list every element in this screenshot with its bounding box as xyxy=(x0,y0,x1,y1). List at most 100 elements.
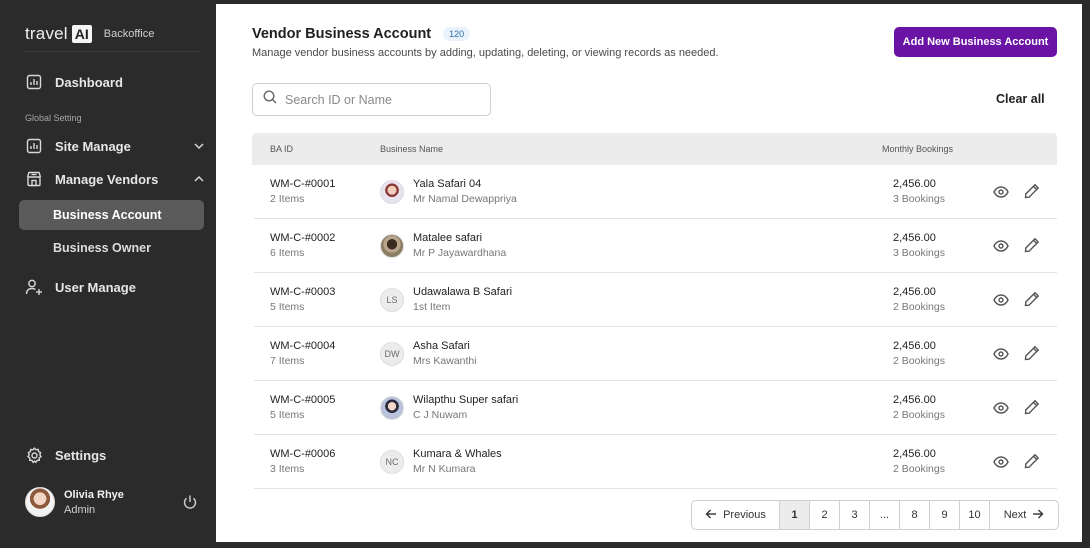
chevron-down-icon[interactable] xyxy=(193,140,205,152)
eye-icon[interactable] xyxy=(993,400,1009,421)
business-name: Udawalawa B Safari xyxy=(413,286,513,298)
power-icon[interactable] xyxy=(182,494,198,515)
booking-amount: 2,456.00 xyxy=(893,394,936,406)
owner-name: Mr P Jayawardhana xyxy=(413,247,507,259)
search-input[interactable] xyxy=(285,92,475,107)
column-header-id[interactable]: BA ID xyxy=(270,144,293,154)
sidebar-item-user-manage[interactable]: User Manage xyxy=(25,275,136,299)
avatar xyxy=(380,234,404,258)
user-profile[interactable]: Olivia Rhye Admin xyxy=(25,487,124,517)
eye-icon[interactable] xyxy=(993,292,1009,313)
page-button-1[interactable]: 1 xyxy=(780,501,810,529)
item-count: 2 Items xyxy=(270,193,305,205)
booking-amount: 2,456.00 xyxy=(893,178,936,190)
pencil-icon[interactable] xyxy=(1024,237,1040,258)
avatar: NC xyxy=(380,450,404,474)
pencil-icon[interactable] xyxy=(1024,399,1040,420)
booking-count: 3 Bookings xyxy=(893,193,945,205)
avatar xyxy=(380,396,404,420)
user-role: Admin xyxy=(64,503,96,516)
previous-page-button[interactable]: Previous xyxy=(692,501,780,529)
page-button-8[interactable]: 8 xyxy=(900,501,930,529)
item-count: 5 Items xyxy=(270,301,305,313)
eye-icon[interactable] xyxy=(993,238,1009,259)
ba-id: WM-C-#0003 xyxy=(270,286,336,298)
owner-name: Mrs Kawanthi xyxy=(413,355,477,367)
count-badge: 120 xyxy=(443,27,471,41)
sidebar-item-dashboard[interactable]: Dashboard xyxy=(25,70,123,94)
item-count: 7 Items xyxy=(270,355,305,367)
avatar: DW xyxy=(380,342,404,366)
pencil-icon[interactable] xyxy=(1024,183,1040,204)
business-name: Asha Safari xyxy=(413,340,470,352)
chevron-up-icon[interactable] xyxy=(193,173,205,185)
sidebar-item-label: Settings xyxy=(55,447,107,463)
next-page-button[interactable]: Next xyxy=(990,501,1058,529)
arrow-right-icon xyxy=(1032,508,1044,523)
owner-name: C J Nuwam xyxy=(413,409,468,421)
brand-subtitle: Backoffice xyxy=(103,28,155,40)
page-button-3[interactable]: 3 xyxy=(840,501,870,529)
avatar xyxy=(380,180,404,204)
next-label: Next xyxy=(1003,509,1027,521)
owner-name: 1st Item xyxy=(413,301,451,313)
booking-amount: 2,456.00 xyxy=(893,340,936,352)
sidebar-item-label: Site Manage xyxy=(55,138,131,154)
search-box[interactable] xyxy=(252,83,491,116)
page-subtitle: Manage vendor business accounts by addin… xyxy=(252,47,719,59)
search-icon xyxy=(263,90,277,109)
brand-name: travel xyxy=(25,24,68,43)
sidebar-item-label: Manage Vendors xyxy=(55,171,159,187)
sidebar-item-manage-vendors[interactable]: Manage Vendors xyxy=(25,167,204,191)
clear-all-button[interactable]: Clear all xyxy=(996,92,1045,106)
divider xyxy=(25,51,200,52)
item-count: 6 Items xyxy=(270,247,305,259)
business-accounts-table: BA ID Business Name Monthly Bookings WM-… xyxy=(252,133,1057,489)
add-business-account-button[interactable]: Add New Business Account xyxy=(894,27,1057,57)
page-title: Vendor Business Account xyxy=(252,26,432,42)
page-button-9[interactable]: 9 xyxy=(930,501,960,529)
table-row[interactable]: WM-C-#0002 6 Items Matalee safari Mr P Jay… xyxy=(254,219,1057,273)
business-name: Wilapthu Super safari xyxy=(413,394,519,406)
booking-amount: 2,456.00 xyxy=(893,286,936,298)
page-button-2[interactable]: 2 xyxy=(810,501,840,529)
ba-id: WM-C-#0004 xyxy=(270,340,336,352)
pencil-icon[interactable] xyxy=(1024,345,1040,366)
booking-count: 3 Bookings xyxy=(893,247,945,259)
table-row[interactable]: WM-C-#0006 3 Items NC Kumara & Whales Mr N… xyxy=(254,435,1057,489)
booking-amount: 2,456.00 xyxy=(893,448,936,460)
sidebar-item-business-account[interactable]: Business Account xyxy=(19,200,204,230)
item-count: 3 Items xyxy=(270,463,305,475)
avatar xyxy=(25,487,55,517)
table-row[interactable]: WM-C-#0001 2 Items Yala Safari 04 Mr Namal… xyxy=(254,165,1057,219)
booking-count: 2 Bookings xyxy=(893,463,945,475)
table-row[interactable]: WM-C-#0003 5 Items LS Udawalawa B Safari 1… xyxy=(254,273,1057,327)
eye-icon[interactable] xyxy=(993,454,1009,475)
gear-icon xyxy=(25,446,43,464)
page-button-10[interactable]: 10 xyxy=(960,501,990,529)
business-name: Yala Safari 04 xyxy=(413,178,482,190)
eye-icon[interactable] xyxy=(993,346,1009,367)
sidebar: travel AI Backoffice Dashboard Global Se… xyxy=(0,0,215,548)
sidebar-item-site-manage[interactable]: Site Manage xyxy=(25,134,204,158)
eye-icon[interactable] xyxy=(993,184,1009,205)
main-panel: Vendor Business Account 120 Manage vendo… xyxy=(216,4,1082,542)
user-plus-icon xyxy=(25,278,43,296)
column-header-name[interactable]: Business Name xyxy=(380,144,443,154)
owner-name: Mr N Kumara xyxy=(413,463,476,475)
booking-amount: 2,456.00 xyxy=(893,232,936,244)
ba-id: WM-C-#0002 xyxy=(270,232,336,244)
sidebar-item-business-owner[interactable]: Business Owner xyxy=(19,233,204,263)
table-row[interactable]: WM-C-#0005 5 Items Wilapthu Super safari C… xyxy=(254,381,1057,435)
table-row[interactable]: WM-C-#0004 7 Items DW Asha Safari Mrs Kawa… xyxy=(254,327,1057,381)
pencil-icon[interactable] xyxy=(1024,291,1040,312)
pencil-icon[interactable] xyxy=(1024,453,1040,474)
previous-label: Previous xyxy=(723,509,766,521)
sidebar-item-settings[interactable]: Settings xyxy=(25,443,106,467)
column-header-bookings[interactable]: Monthly Bookings xyxy=(882,144,953,154)
brand-ai-mark: AI xyxy=(71,25,92,43)
booking-count: 2 Bookings xyxy=(893,409,945,421)
ba-id: WM-C-#0001 xyxy=(270,178,336,190)
brand-logo[interactable]: travel AI Backoffice xyxy=(25,24,154,44)
pagination: Previous 1 2 3 ... 8 9 10 Next xyxy=(691,500,1059,530)
